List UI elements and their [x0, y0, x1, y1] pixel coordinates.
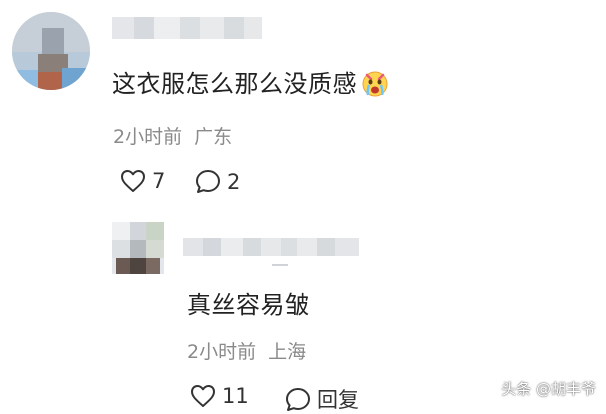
comment-time: 2小时前	[113, 126, 183, 148]
like-count: 7	[152, 169, 166, 193]
comment-location: 上海	[268, 341, 307, 363]
reply-button[interactable]: 2	[195, 169, 240, 194]
avatar[interactable]	[12, 12, 90, 90]
username-blurred[interactable]	[112, 17, 262, 39]
reply-count: 2	[227, 169, 241, 194]
comment-text-content: 这衣服怎么那么没质感	[112, 70, 357, 98]
crying-face-emoji-icon	[362, 71, 388, 97]
avatar[interactable]	[112, 222, 164, 274]
comment-time: 2小时前	[187, 341, 257, 363]
like-button[interactable]: 7	[120, 169, 165, 193]
reply-label: 回复	[317, 388, 359, 412]
comment-location: 广东	[194, 126, 233, 148]
comment-meta: 2小时前 广东	[113, 122, 232, 149]
watermark: 头条 @胡丰爷	[501, 380, 596, 398]
comment-text: 真丝容易皱	[187, 291, 310, 319]
speech-bubble-icon	[286, 387, 310, 411]
like-count: 11	[222, 384, 249, 408]
speech-bubble-icon	[196, 170, 220, 193]
comment-text: 这衣服怎么那么没质感	[112, 64, 389, 99]
reply-button[interactable]: 回复	[285, 384, 359, 414]
username-blurred[interactable]	[183, 238, 359, 256]
like-button[interactable]: 11	[190, 384, 249, 408]
comment-meta: 2小时前 上海	[187, 337, 306, 364]
heart-outline-icon	[121, 170, 145, 192]
heart-outline-icon	[191, 385, 215, 407]
reply-separator	[272, 264, 288, 266]
